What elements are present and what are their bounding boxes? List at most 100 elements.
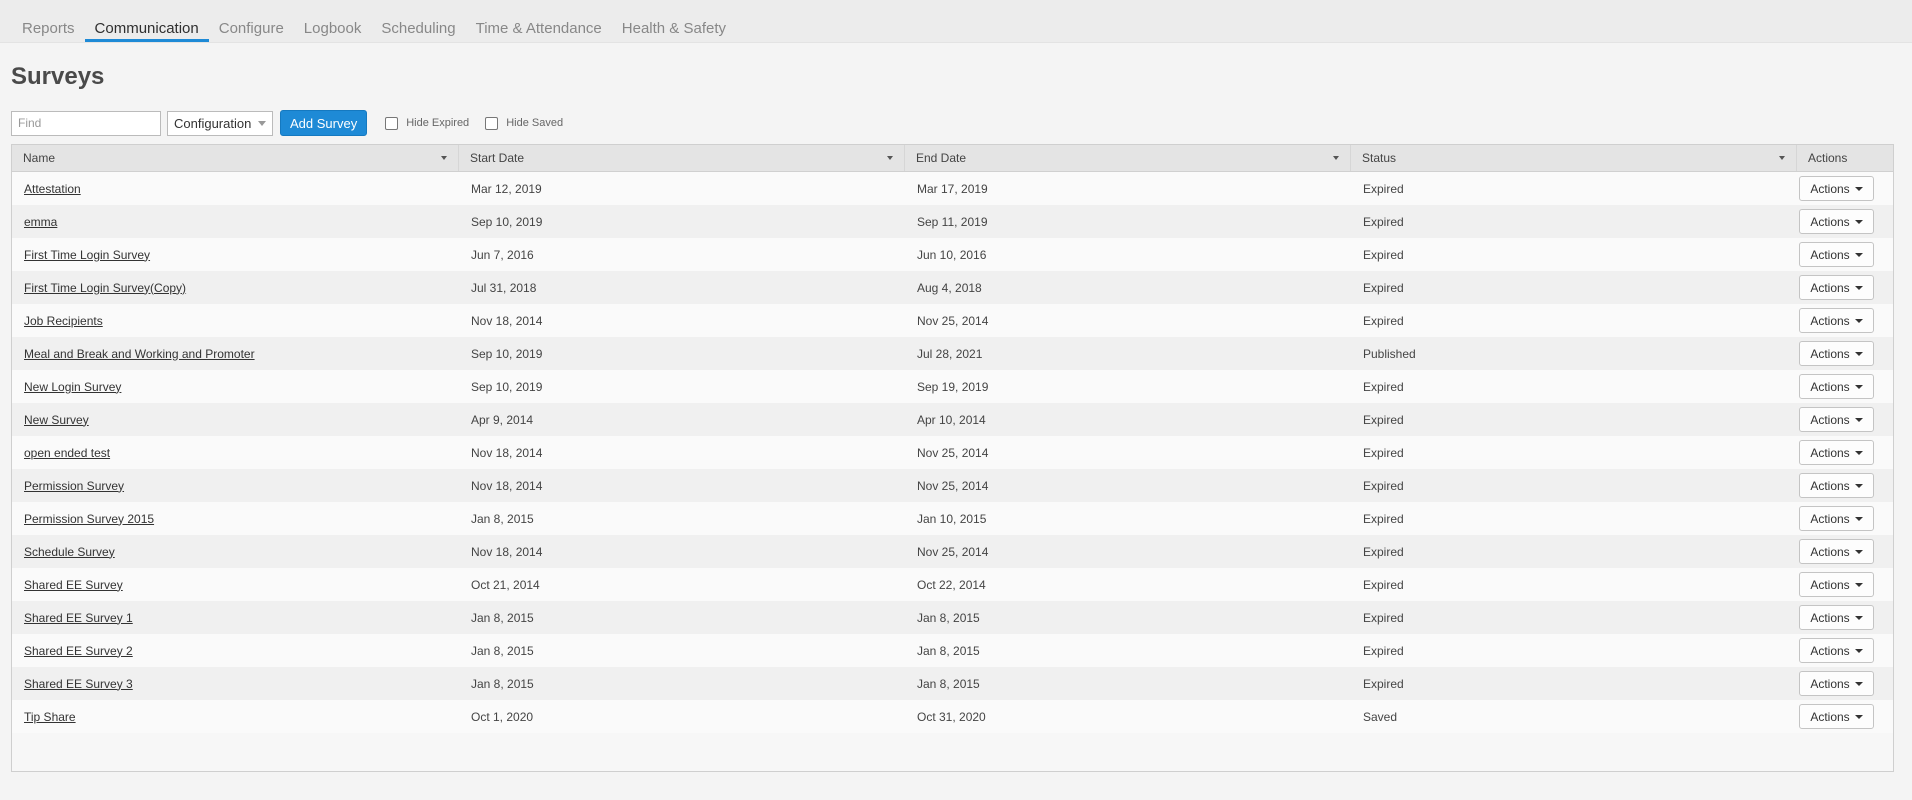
hide-saved-label: Hide Saved xyxy=(506,117,564,129)
table-row: Shared EE Survey 3 Jan 8, 2015 Jan 8, 20… xyxy=(12,667,1893,700)
sort-caret-icon[interactable] xyxy=(1333,156,1339,160)
caret-down-icon xyxy=(1854,714,1863,719)
start-date-cell: Jan 8, 2015 xyxy=(471,643,534,658)
tab-configure[interactable]: Configure xyxy=(209,14,294,42)
sort-caret-icon[interactable] xyxy=(1779,156,1785,160)
actions-cell: Actions xyxy=(1797,469,1893,502)
survey-name-link[interactable]: open ended test xyxy=(24,446,110,460)
end-date-cell: Nov 25, 2014 xyxy=(917,445,989,460)
column-header-end-date[interactable]: End Date xyxy=(905,145,1351,171)
survey-name-link[interactable]: Permission Survey 2015 xyxy=(24,512,154,526)
actions-button-label: Actions xyxy=(1810,676,1850,691)
tab-health-safety[interactable]: Health & Safety xyxy=(612,14,736,42)
survey-name-link[interactable]: First Time Login Survey xyxy=(24,248,150,262)
status-cell: Saved xyxy=(1363,709,1398,724)
actions-button[interactable]: Actions xyxy=(1799,242,1874,267)
actions-button[interactable]: Actions xyxy=(1799,407,1874,432)
end-date-cell: Mar 17, 2019 xyxy=(917,181,988,196)
actions-button[interactable]: Actions xyxy=(1799,506,1874,531)
actions-button[interactable]: Actions xyxy=(1799,209,1874,234)
column-header-name[interactable]: Name xyxy=(12,145,459,171)
actions-button-label: Actions xyxy=(1810,478,1850,493)
sort-caret-icon[interactable] xyxy=(887,156,893,160)
table-body: Attestation Mar 12, 2019 Mar 17, 2019 Ex… xyxy=(12,172,1893,733)
survey-name-link[interactable]: Meal and Break and Working and Promoter xyxy=(24,347,255,361)
survey-name-link[interactable]: Schedule Survey xyxy=(24,545,115,559)
tab-scheduling[interactable]: Scheduling xyxy=(371,14,465,42)
survey-name-link[interactable]: Permission Survey xyxy=(24,479,124,493)
actions-button[interactable]: Actions xyxy=(1799,671,1874,696)
actions-cell: Actions xyxy=(1797,403,1893,436)
actions-button[interactable]: Actions xyxy=(1799,374,1874,399)
survey-name-link[interactable]: Tip Share xyxy=(24,710,76,724)
actions-button[interactable]: Actions xyxy=(1799,539,1874,564)
status-cell: Expired xyxy=(1363,610,1404,625)
tab-time-attendance[interactable]: Time & Attendance xyxy=(466,14,612,42)
column-header-label: Actions xyxy=(1808,151,1848,165)
hide-expired-checkbox[interactable] xyxy=(385,116,399,130)
table-header: Name Start Date End Date Status Actions xyxy=(12,145,1893,172)
start-date-cell: Jan 8, 2015 xyxy=(471,676,534,691)
status-cell: Expired xyxy=(1363,577,1404,592)
caret-down-icon xyxy=(1854,417,1863,422)
actions-button[interactable]: Actions xyxy=(1799,473,1874,498)
survey-name-link[interactable]: Job Recipients xyxy=(24,314,103,328)
caret-down-icon xyxy=(1854,318,1863,323)
status-cell: Expired xyxy=(1363,181,1404,196)
survey-name-link[interactable]: First Time Login Survey(Copy) xyxy=(24,281,186,295)
column-header-label: End Date xyxy=(916,151,967,165)
hide-saved-checkbox[interactable] xyxy=(485,116,499,130)
actions-button[interactable]: Actions xyxy=(1799,704,1874,729)
configuration-select[interactable]: Configuration xyxy=(167,110,273,136)
survey-name-link[interactable]: New Login Survey xyxy=(24,380,121,394)
actions-button[interactable]: Actions xyxy=(1799,572,1874,597)
status-cell: Expired xyxy=(1363,511,1404,526)
hide-expired-checkbox-wrap[interactable]: Hide Expired xyxy=(385,116,469,130)
caret-down-icon xyxy=(1854,450,1863,455)
survey-name-link[interactable]: New Survey xyxy=(24,413,89,427)
start-date-cell: Jan 8, 2015 xyxy=(471,511,534,526)
status-cell: Expired xyxy=(1363,247,1404,262)
actions-button-label: Actions xyxy=(1810,643,1850,658)
tab-logbook[interactable]: Logbook xyxy=(294,14,372,42)
actions-cell: Actions xyxy=(1797,205,1893,238)
caret-down-icon xyxy=(1854,648,1863,653)
survey-name-link[interactable]: Shared EE Survey 1 xyxy=(24,611,133,625)
status-cell: Expired xyxy=(1363,313,1404,328)
actions-button[interactable]: Actions xyxy=(1799,605,1874,630)
actions-cell: Actions xyxy=(1797,535,1893,568)
tab-communication[interactable]: Communication xyxy=(84,14,209,42)
start-date-cell: Nov 18, 2014 xyxy=(471,544,543,559)
actions-button-label: Actions xyxy=(1810,313,1850,328)
actions-cell: Actions xyxy=(1797,172,1893,205)
actions-button[interactable]: Actions xyxy=(1799,440,1874,465)
column-header-status[interactable]: Status xyxy=(1351,145,1797,171)
find-input[interactable] xyxy=(11,110,161,136)
survey-name-link[interactable]: Shared EE Survey 3 xyxy=(24,677,133,691)
table-row: Meal and Break and Working and Promoter … xyxy=(12,337,1893,370)
survey-name-link[interactable]: emma xyxy=(24,215,57,229)
survey-name-link[interactable]: Attestation xyxy=(24,182,81,196)
actions-button[interactable]: Actions xyxy=(1799,308,1874,333)
survey-name-link[interactable]: Shared EE Survey xyxy=(24,578,123,592)
name-cell: Tip Share xyxy=(12,700,459,733)
table-row: New Survey Apr 9, 2014 Apr 10, 2014 Expi… xyxy=(12,403,1893,436)
caret-down-icon xyxy=(1854,219,1863,224)
sort-caret-icon[interactable] xyxy=(441,156,447,160)
actions-button-label: Actions xyxy=(1810,511,1850,526)
column-header-start-date[interactable]: Start Date xyxy=(459,145,905,171)
tab-reports[interactable]: Reports xyxy=(12,14,85,42)
add-survey-button[interactable]: Add Survey xyxy=(280,110,368,136)
actions-button[interactable]: Actions xyxy=(1799,341,1874,366)
hide-saved-checkbox-wrap[interactable]: Hide Saved xyxy=(485,116,564,130)
survey-name-link[interactable]: Shared EE Survey 2 xyxy=(24,644,133,658)
actions-button-label: Actions xyxy=(1810,610,1850,625)
actions-button-label: Actions xyxy=(1810,544,1850,559)
actions-button[interactable]: Actions xyxy=(1799,275,1874,300)
actions-button[interactable]: Actions xyxy=(1799,638,1874,663)
name-cell: First Time Login Survey xyxy=(12,238,459,271)
surveys-table: Name Start Date End Date Status Actions … xyxy=(11,144,1894,772)
actions-button[interactable]: Actions xyxy=(1799,176,1874,201)
end-date-cell: Jan 8, 2015 xyxy=(917,643,980,658)
caret-down-icon xyxy=(1854,186,1863,191)
